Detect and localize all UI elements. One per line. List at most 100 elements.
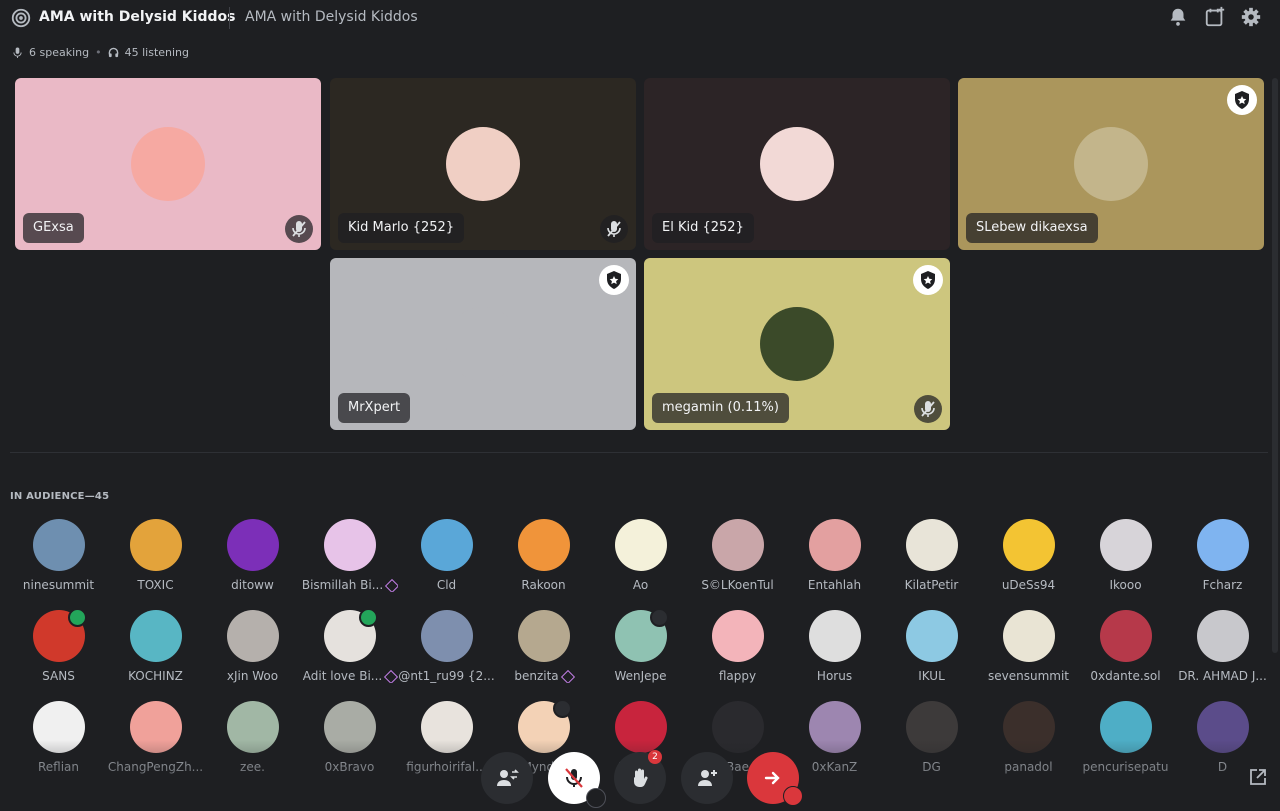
speaker-tile[interactable]: SLebew dikaexsa (958, 78, 1264, 250)
member-avatar (420, 519, 473, 571)
audience-member[interactable]: WenJepe (592, 608, 689, 683)
moderator-shield-icon (599, 265, 629, 295)
speaker-avatar (760, 307, 834, 381)
chevron-down-icon[interactable] (586, 788, 606, 808)
audience-member[interactable]: DR. AHMAD J... (1174, 610, 1271, 683)
header-bar: AMA with Delysid Kiddos AMA with Delysid… (0, 0, 1280, 36)
raised-hand-icon (649, 608, 669, 627)
listening-count: 45 listening (124, 46, 190, 59)
member-name: KOCHINZ (128, 669, 183, 683)
audience-member[interactable]: Cld (398, 519, 495, 592)
member-name: Ao (632, 578, 649, 592)
scrollbar[interactable] (1272, 78, 1278, 653)
dot-separator: • (95, 46, 102, 59)
member-avatar (1099, 519, 1152, 571)
moderator-shield-icon (1227, 85, 1257, 115)
stage-icon (11, 8, 31, 28)
member-avatar (1002, 610, 1055, 662)
audience-member[interactable]: sevensummit (980, 610, 1077, 683)
stage-stats: 6 speaking • 45 listening (12, 46, 189, 59)
member-name: S©LKoenTul (701, 578, 774, 592)
audience-member[interactable]: KilatPetir (883, 519, 980, 592)
speaker-tile[interactable]: MrXpert (330, 258, 636, 430)
speaker-avatar (760, 127, 834, 201)
chevron-down-icon[interactable] (783, 786, 803, 806)
member-avatar (517, 610, 570, 662)
audience-member[interactable]: uDeSs94 (980, 519, 1077, 592)
member-name: DR. AHMAD J... (1178, 669, 1267, 683)
member-name: Horus (816, 669, 853, 683)
audience-member[interactable]: ditoww (204, 519, 301, 592)
user-switch-icon (497, 769, 519, 786)
member-name: Rakoon (521, 578, 566, 592)
audience-member[interactable]: benzita (495, 610, 592, 683)
mute-toggle-button[interactable] (548, 752, 606, 808)
raised-hands-badge: 2 (648, 750, 662, 764)
audience-member[interactable]: ninesummit (10, 519, 107, 592)
speaker-tile[interactable]: El Kid {252} (644, 78, 950, 250)
section-divider (10, 452, 1268, 453)
member-avatar (905, 519, 958, 571)
speaker-tile[interactable]: Kid Marlo {252} (330, 78, 636, 250)
bell-icon[interactable] (1167, 6, 1189, 28)
member-name: Ikooo (1109, 578, 1142, 592)
raise-hand-button[interactable]: 2 (614, 750, 666, 804)
audience-member[interactable]: KOCHINZ (107, 610, 204, 683)
calendar-add-icon[interactable] (1204, 6, 1226, 28)
member-name: ninesummit (22, 578, 95, 592)
audience-member[interactable]: Horus (786, 610, 883, 683)
member-avatar (808, 610, 861, 662)
member-name: @nt1_ru99 {2... (398, 669, 495, 683)
boost-gem-icon (560, 669, 575, 683)
stage-topic: AMA with Delysid Kiddos (245, 9, 418, 25)
member-name: 0xdante.sol (1090, 669, 1161, 683)
audience-member[interactable]: Adit love Bi... (301, 608, 398, 683)
speaker-name: megamin (0.11%) (652, 393, 789, 423)
boost-gem-icon (384, 669, 398, 683)
audience-member[interactable]: Ikooo (1077, 519, 1174, 592)
speaker-name: MrXpert (338, 393, 411, 423)
member-name: SANS (42, 669, 75, 683)
microphone-muted-icon (914, 395, 942, 423)
speaker-tile[interactable]: megamin (0.11%) (644, 258, 950, 430)
speaker-tile[interactable]: GExsa (15, 78, 321, 250)
audience-member[interactable]: flappy (689, 610, 786, 683)
member-name: IKUL (918, 669, 945, 683)
speaker-name: Kid Marlo {252} (338, 213, 465, 243)
audience-member[interactable]: xJin Woo (204, 610, 301, 683)
member-avatar (323, 519, 376, 571)
member-avatar (32, 519, 85, 571)
audience-member[interactable]: Bismillah Bi... (301, 519, 398, 592)
member-name: Cld (436, 578, 457, 592)
audience-member[interactable]: IKUL (883, 610, 980, 683)
audience-member[interactable]: S©LKoenTul (689, 519, 786, 592)
audience-member[interactable]: Entahlah (786, 519, 883, 592)
moderator-shield-icon (913, 265, 943, 295)
audience-member[interactable]: Ao (592, 519, 689, 592)
member-avatar (129, 610, 182, 662)
speaker-avatar (1074, 127, 1148, 201)
member-name: KilatPetir (904, 578, 959, 592)
member-avatar (1099, 610, 1152, 662)
nitro-badge-icon (67, 608, 87, 627)
gear-icon[interactable] (1240, 6, 1262, 28)
member-avatar (711, 610, 764, 662)
move-to-speakers-button[interactable] (481, 752, 533, 804)
audience-member[interactable]: SANS (10, 608, 107, 683)
speaker-name: SLebew dikaexsa (966, 213, 1098, 243)
audience-member[interactable]: Rakoon (495, 519, 592, 592)
audience-member[interactable]: TOXIC (107, 519, 204, 592)
audience-member[interactable]: Fcharz (1174, 519, 1271, 592)
member-avatar (1196, 519, 1249, 571)
audience-member[interactable]: 0xdante.sol (1077, 610, 1174, 683)
speaker-avatar (446, 127, 520, 201)
speaker-name: GExsa (23, 213, 84, 243)
member-name: flappy (718, 669, 757, 683)
member-name: Entahlah (807, 578, 862, 592)
popout-icon[interactable] (1249, 768, 1267, 786)
member-name: Bismillah Bi... (301, 578, 398, 592)
audience-member[interactable]: @nt1_ru99 {2... (398, 610, 495, 683)
hand-icon (634, 768, 648, 788)
invite-button[interactable] (681, 752, 733, 804)
leave-stage-button[interactable] (747, 752, 803, 806)
